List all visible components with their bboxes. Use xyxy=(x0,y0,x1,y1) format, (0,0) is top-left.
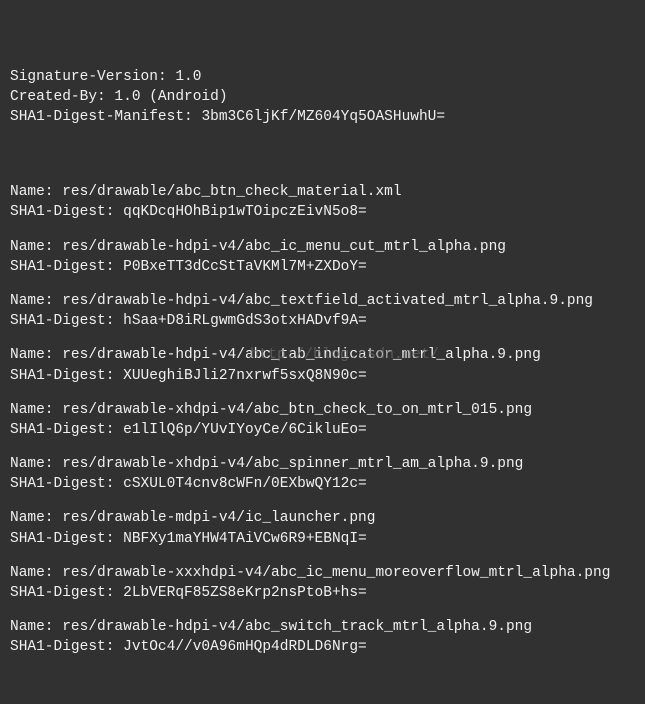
created-by-val: 1.0 (Android) xyxy=(114,89,227,105)
entry-digest-line: SHA1-Digest: JvtOc4//v0A96mHQp4dRDLD6Nrg… xyxy=(10,639,367,655)
entry-name-line: Name: res/drawable-xhdpi-v4/abc_spinner_… xyxy=(10,456,523,472)
entry-digest-line: SHA1-Digest: 2LbVERqF85ZS8eKrp2nsPtoB+hs… xyxy=(10,585,367,601)
sha1-digest-manifest-val: 3bm3C6ljKf/MZ604Yq5OASHuwhU= xyxy=(201,109,445,125)
manifest-entry: Name: res/drawable-xhdpi-v4/abc_spinner_… xyxy=(10,454,635,495)
entry-name-line: Name: res/drawable-hdpi-v4/abc_textfield… xyxy=(10,293,593,309)
manifest-entry: Name: res/drawable-hdpi-v4/abc_tab_indic… xyxy=(10,345,635,386)
entry-digest-line: SHA1-Digest: cSXUL0T4cnv8cWFn/0EXbwQY12c… xyxy=(10,476,367,492)
entry-digest-line: SHA1-Digest: NBFXy1maYHW4TAiVCw6R9+EBNqI… xyxy=(10,531,367,547)
manifest-entry: Name: res/drawable/abc_btn_check_materia… xyxy=(10,182,635,223)
entry-name-line: Name: res/drawable-hdpi-v4/abc_switch_tr… xyxy=(10,619,532,635)
entry-name-line: Name: res/drawable-hdpi-v4/abc_tab_indic… xyxy=(10,347,541,363)
entry-name-line: Name: res/drawable-xxxhdpi-v4/abc_ic_men… xyxy=(10,565,610,581)
entry-name-line: Name: res/drawable-mdpi-v4/ic_launcher.p… xyxy=(10,510,375,526)
entry-name-line: Name: res/drawable/abc_btn_check_materia… xyxy=(10,184,402,200)
entry-digest-line: SHA1-Digest: e1lIlQ6p/YUvIYoyCe/6CikluEo… xyxy=(10,422,367,438)
entry-digest-line: SHA1-Digest: qqKDcqHOhBip1wTOipczEivN5o8… xyxy=(10,204,367,220)
manifest-entry: Name: res/drawable-xxxhdpi-v4/abc_ic_men… xyxy=(10,563,635,604)
manifest-header: Signature-Version: 1.0 Created-By: 1.0 (… xyxy=(10,47,635,128)
entry-digest-line: SHA1-Digest: XUUeghiBJli27nxrwf5sxQ8N90c… xyxy=(10,368,367,384)
sha1-digest-manifest-key: SHA1-Digest-Manifest xyxy=(10,109,184,125)
manifest-entry: Name: res/drawable-hdpi-v4/abc_textfield… xyxy=(10,291,635,332)
manifest-entry: Name: res/drawable-mdpi-v4/ic_launcher.p… xyxy=(10,508,635,549)
entry-digest-line: SHA1-Digest: P0BxeTT3dCcStTaVKMl7M+ZXDoY… xyxy=(10,259,367,275)
entry-digest-line: SHA1-Digest: hSaa+D8iRLgwmGdS3otxHADvf9A… xyxy=(10,313,367,329)
created-by-key: Created-By xyxy=(10,89,97,105)
sig-version-val: 1.0 xyxy=(175,69,201,85)
manifest-entry: Name: res/drawable-hdpi-v4/abc_switch_tr… xyxy=(10,617,635,658)
sig-version-key: Signature-Version xyxy=(10,69,158,85)
manifest-entry: Name: res/drawable-xhdpi-v4/abc_btn_chec… xyxy=(10,400,635,441)
manifest-entries: Name: res/drawable/abc_btn_check_materia… xyxy=(10,182,635,657)
entry-name-line: Name: res/drawable-hdpi-v4/abc_ic_menu_c… xyxy=(10,239,506,255)
manifest-text-block: Signature-Version: 1.0 Created-By: 1.0 (… xyxy=(0,0,645,704)
entry-name-line: Name: res/drawable-xhdpi-v4/abc_btn_chec… xyxy=(10,402,532,418)
manifest-entry: Name: res/drawable-hdpi-v4/abc_ic_menu_c… xyxy=(10,237,635,278)
